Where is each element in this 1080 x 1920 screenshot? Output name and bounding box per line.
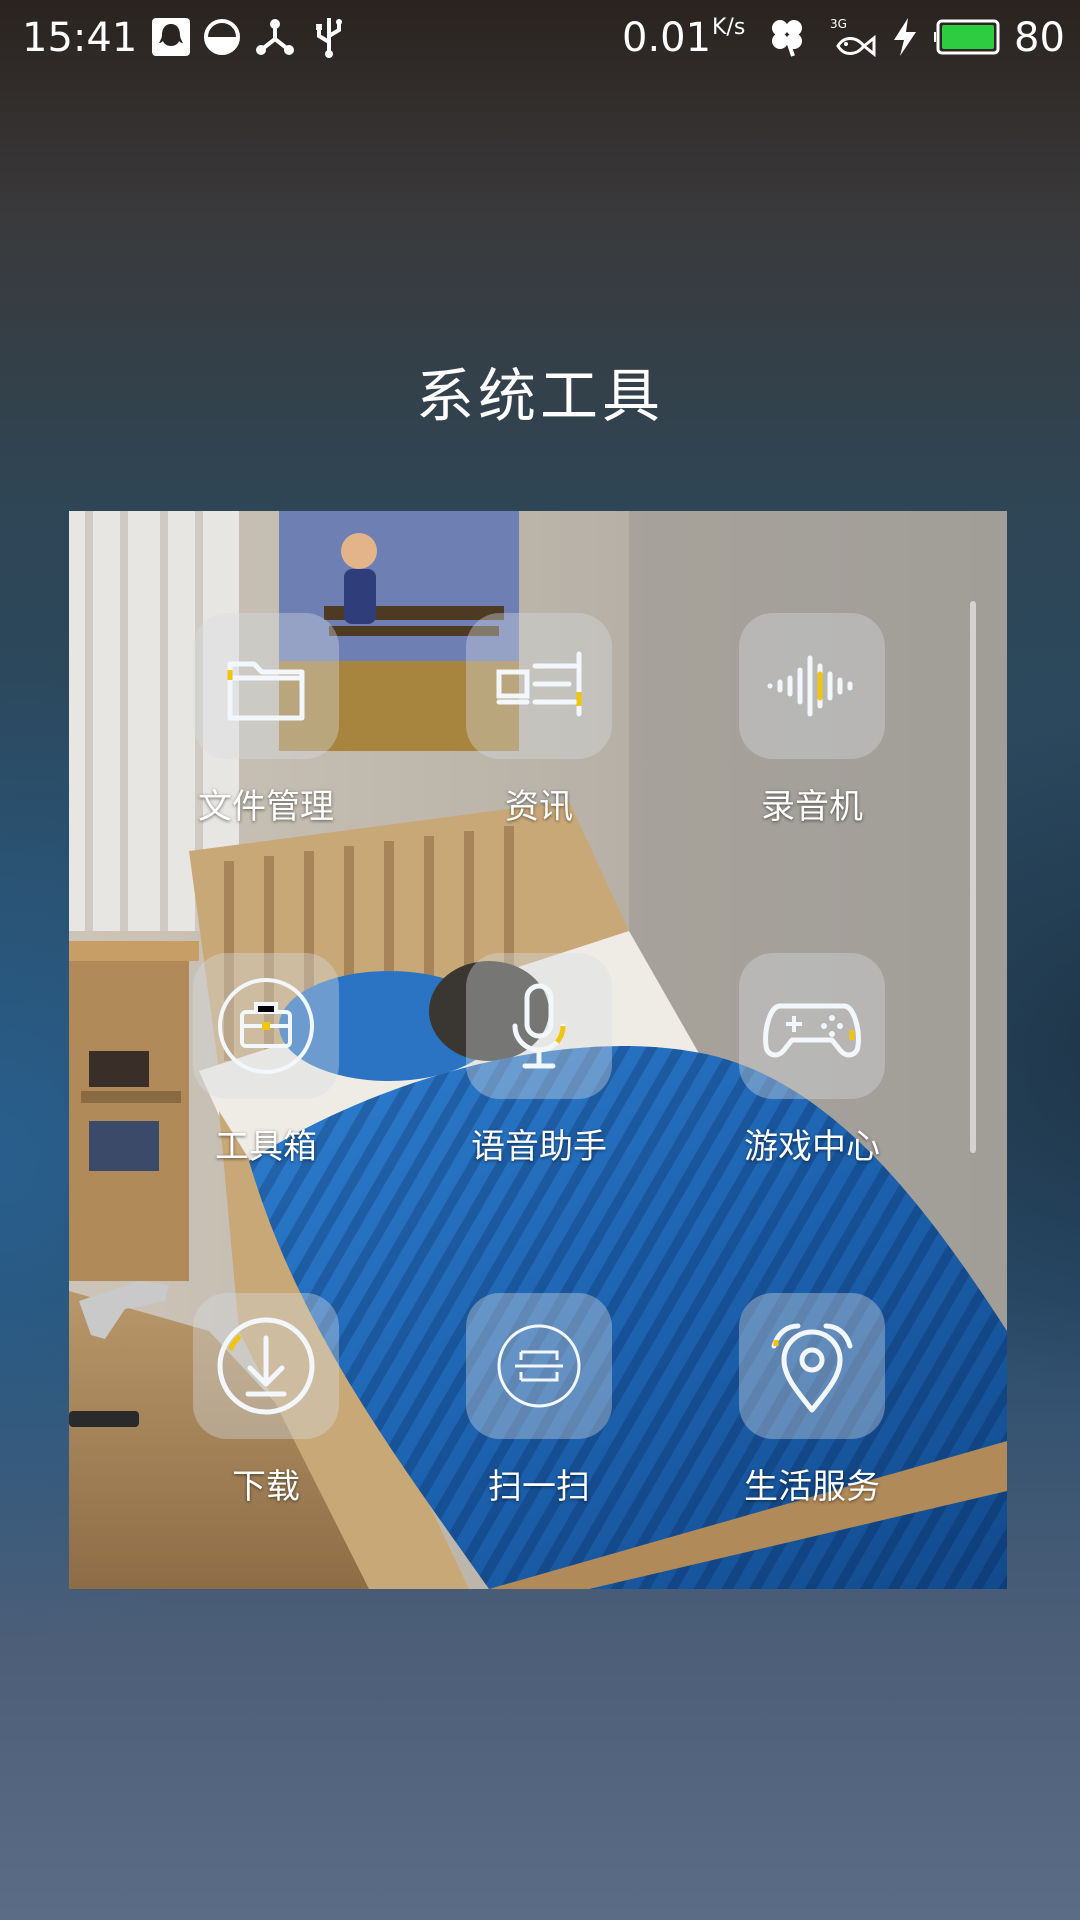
gamepad-icon — [763, 1003, 861, 1058]
app-life-services[interactable]: 生活服务 — [712, 1293, 912, 1513]
qq-icon — [152, 18, 190, 56]
folder-icon — [227, 661, 305, 721]
app-tile[interactable] — [739, 953, 885, 1099]
folder-scrollbar[interactable] — [970, 601, 976, 1153]
app-label: 语音助手 — [471, 1127, 607, 1167]
app-tile[interactable] — [193, 613, 339, 759]
app-label: 游戏中心 — [744, 1127, 880, 1167]
network-speed-unit: K/s — [712, 15, 746, 40]
status-bar: 15:41 0.01 K/s 3G 80 — [0, 0, 1080, 76]
battery-percent: 80 — [1014, 15, 1065, 61]
app-label: 资讯 — [505, 787, 573, 827]
location-pin-icon — [771, 1323, 853, 1413]
folder-panel: 文件管理 资讯 录音机 工具箱 语音助手 游戏中心 下载 扫一扫 生活服务 — [69, 511, 1007, 1589]
app-label: 扫一扫 — [488, 1467, 590, 1507]
folder-title[interactable]: 系统工具 — [0, 358, 1080, 434]
signal-fish-icon: 3G — [830, 17, 876, 58]
news-icon — [496, 651, 582, 717]
app-tile[interactable] — [193, 1293, 339, 1439]
charging-icon — [894, 18, 916, 56]
battery-icon — [934, 19, 1000, 55]
sound-wave-icon — [767, 655, 853, 717]
scan-icon — [497, 1324, 581, 1408]
app-tile[interactable] — [466, 613, 612, 759]
app-label: 文件管理 — [198, 787, 334, 827]
app-label: 录音机 — [761, 787, 863, 827]
app-tile[interactable] — [466, 1293, 612, 1439]
clover-icon — [772, 20, 802, 57]
app-file-manager[interactable]: 文件管理 — [166, 613, 366, 833]
usb-icon — [316, 18, 342, 58]
network-speed: 0.01 — [622, 15, 712, 61]
app-game-center[interactable]: 游戏中心 — [712, 953, 912, 1173]
toolbox-icon — [218, 978, 314, 1074]
app-voice-assistant[interactable]: 语音助手 — [439, 953, 639, 1173]
app-download[interactable]: 下载 — [166, 1293, 366, 1513]
app-label: 工具箱 — [215, 1127, 317, 1167]
data-saver-icon — [204, 19, 240, 55]
app-tile[interactable] — [739, 613, 885, 759]
download-icon — [217, 1317, 315, 1415]
app-label: 下载 — [232, 1467, 300, 1507]
app-label: 生活服务 — [744, 1467, 880, 1507]
app-tile[interactable] — [466, 953, 612, 1099]
app-toolbox[interactable]: 工具箱 — [166, 953, 366, 1173]
network-type: 3G — [830, 17, 847, 31]
app-tile[interactable] — [739, 1293, 885, 1439]
app-news[interactable]: 资讯 — [439, 613, 639, 833]
app-recorder[interactable]: 录音机 — [712, 613, 912, 833]
share-icon — [256, 19, 294, 55]
app-scan[interactable]: 扫一扫 — [439, 1293, 639, 1513]
microphone-icon — [512, 983, 566, 1069]
app-tile[interactable] — [193, 953, 339, 1099]
status-time: 15:41 — [22, 15, 138, 61]
